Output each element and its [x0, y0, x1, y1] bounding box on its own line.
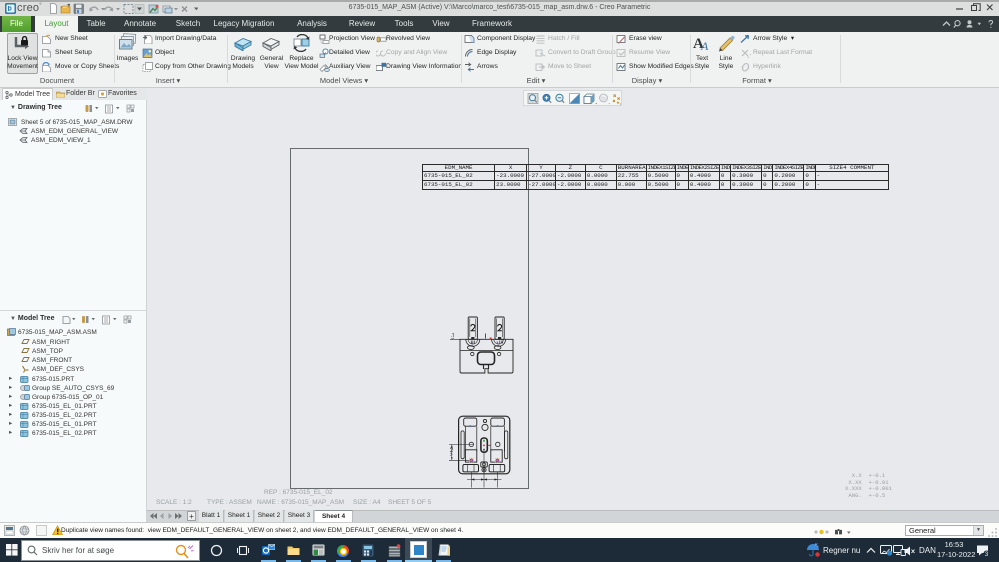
svg-text:A: A: [700, 39, 709, 52]
